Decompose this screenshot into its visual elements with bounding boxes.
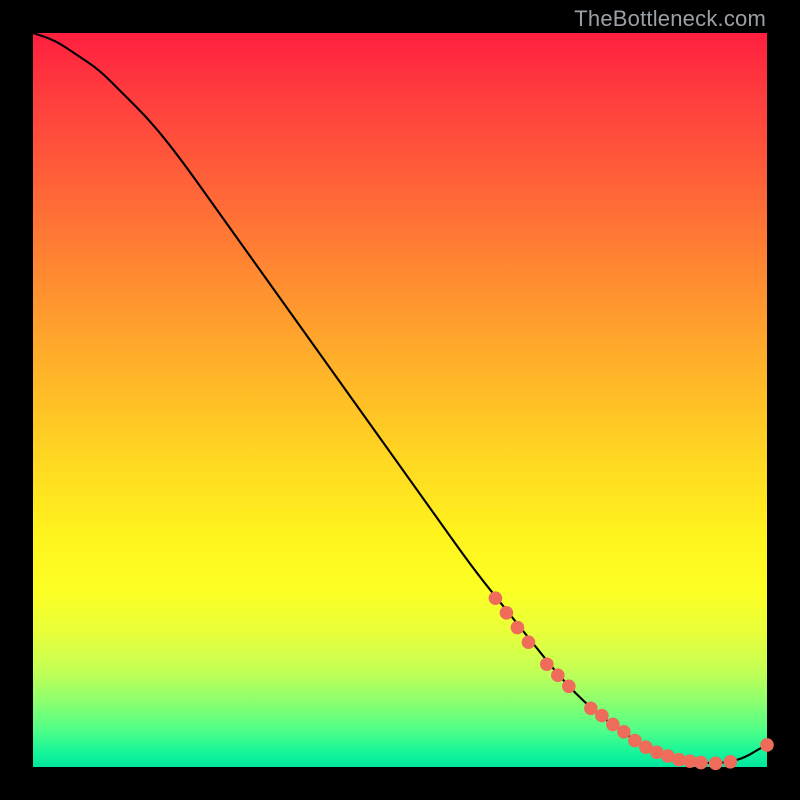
curve-marker xyxy=(551,668,565,682)
curve-marker xyxy=(540,657,554,671)
curve-marker xyxy=(595,709,609,723)
curve-marker xyxy=(617,725,631,739)
curve-markers xyxy=(489,591,774,770)
watermark-text: TheBottleneck.com xyxy=(574,6,766,32)
curve-marker xyxy=(760,738,774,752)
curve-marker xyxy=(724,755,738,769)
chart-stage: TheBottleneck.com xyxy=(0,0,800,800)
curve-marker xyxy=(522,635,536,649)
curve-marker xyxy=(562,679,576,693)
curve-marker xyxy=(489,591,503,605)
curve-marker xyxy=(709,757,723,771)
chart-svg-layer xyxy=(33,33,767,767)
curve-marker xyxy=(500,606,514,620)
curve-marker xyxy=(694,756,708,770)
curve-path xyxy=(33,33,767,763)
curve-marker xyxy=(511,621,525,635)
